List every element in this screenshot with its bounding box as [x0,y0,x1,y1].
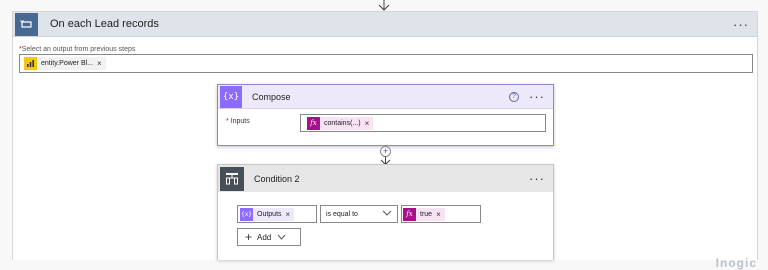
inputs-label-text: Inputs [230,118,250,125]
condition-header[interactable]: Condition 2 ··· [218,165,553,192]
plus-icon: + [245,230,253,244]
apply-to-each-header[interactable]: On each Lead records ··· [13,12,757,37]
remove-token-button[interactable]: × [97,59,102,68]
watermark-logo: Inogic [715,256,757,270]
compose-output-icon: {x} [240,207,253,221]
apply-to-each-title: On each Lead records [50,18,159,30]
expression-token[interactable]: fx contains(...) × [307,116,374,130]
add-label: Add [257,232,272,242]
expression-icon: fx [403,207,416,221]
right-operand-field[interactable]: fx true × [401,205,481,223]
expression-token[interactable]: fx true × [403,207,445,221]
condition-title: Condition 2 [254,173,300,184]
more-options-button[interactable]: ··· [733,18,749,31]
help-icon[interactable]: ? [509,91,519,102]
operator-value: is equal to [326,210,358,218]
remove-token-button[interactable]: × [365,119,370,128]
expression-icon: fx [307,116,320,130]
inputs-field[interactable]: fx contains(...) × [300,114,546,132]
power-bi-icon [24,57,37,70]
select-output-label-text: Select an output from previous steps [21,46,136,53]
condition-icon [220,166,244,191]
compose-more-options-button[interactable]: ··· [529,90,545,103]
compose-title: Compose [252,91,291,102]
compose-icon: {x} [220,85,242,108]
inputs-label: * Inputs [226,118,250,125]
select-output-input[interactable]: entity.Power Bl... × [19,54,753,73]
dynamic-content-token[interactable]: entity.Power Bl... × [24,57,106,70]
add-condition-button[interactable]: + Add [237,228,301,246]
condition-action-card: Condition 2 ··· {x} Outputs × is equal t… [217,164,554,260]
token-label: entity.Power Bl... [41,60,94,67]
operator-dropdown[interactable]: is equal to [320,205,398,223]
remove-token-button[interactable]: × [286,210,291,219]
compose-action-card: {x} Compose ? ··· * Inputs fx contains(.… [217,84,554,146]
chevron-down-icon [382,210,392,216]
compose-header[interactable]: {x} Compose ? ··· [218,85,553,109]
left-operand-field[interactable]: {x} Outputs × [237,205,317,223]
token-label: Outputs [257,210,282,218]
loop-icon [15,12,38,36]
token-label: contains(...) [324,119,361,127]
down-arrow-icon [378,0,390,11]
condition-more-options-button[interactable]: ··· [529,172,545,185]
select-output-label: *Select an output from previous steps [19,46,135,53]
required-marker: * [226,118,229,125]
token-label: true [420,210,433,218]
remove-token-button[interactable]: × [436,210,441,219]
condition-row: {x} Outputs × is equal to fx true × [237,205,481,223]
outputs-token[interactable]: {x} Outputs × [240,207,295,221]
chevron-down-icon [277,234,286,240]
